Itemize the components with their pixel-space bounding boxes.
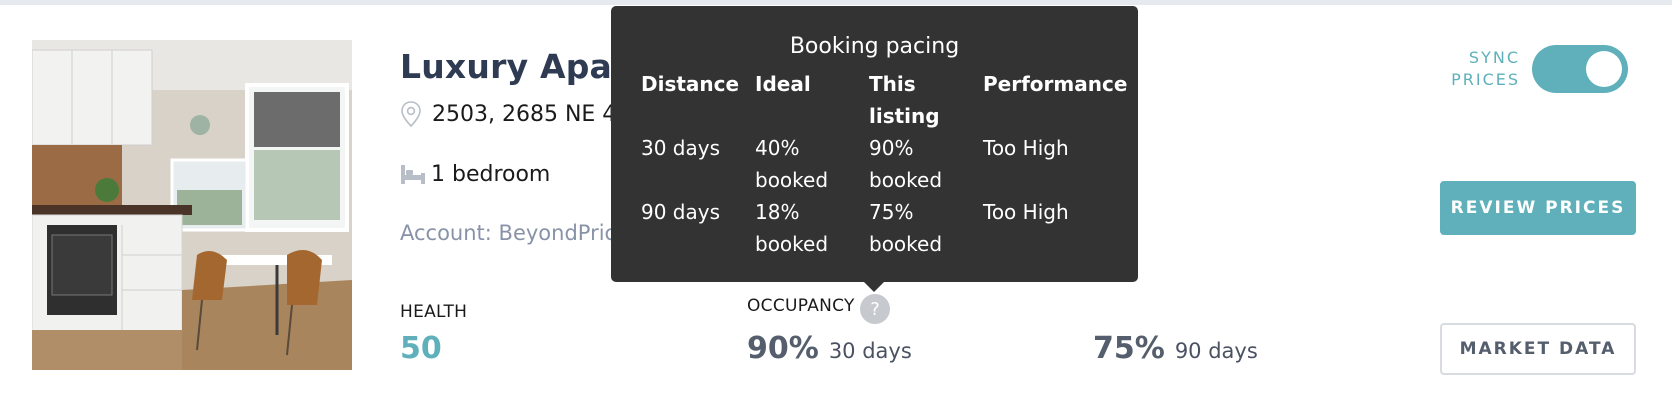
map-pin-icon	[401, 101, 421, 127]
occupancy-30-period: 30 days	[828, 339, 912, 363]
header-ideal: Ideal	[755, 72, 811, 96]
booking-pacing-tooltip: Booking pacing Distance Ideal This listi…	[611, 6, 1138, 292]
cell-performance: Too High	[983, 136, 1069, 160]
occupancy-90-period: 90 days	[1174, 339, 1258, 363]
occupancy-label: OCCUPANCY	[747, 296, 855, 316]
cell-ideal: 40% booked	[755, 136, 829, 192]
market-data-button[interactable]: MARKET DATA	[1440, 323, 1636, 375]
tooltip-title: Booking pacing	[789, 34, 960, 59]
sync-label-line2: PRICES	[1451, 70, 1520, 89]
booking-pacing-table: Distance Ideal This listing Performance …	[641, 68, 1133, 260]
cell-distance: 90 days	[641, 200, 721, 224]
listing-photo[interactable]	[32, 40, 352, 370]
tooltip-arrow	[864, 282, 884, 292]
header-this-listing: This listing	[869, 72, 940, 128]
table-header-row: Distance Ideal This listing Performance	[641, 68, 1133, 132]
table-row: 90 days 18% booked 75% booked Too High	[641, 196, 1133, 260]
cell-performance: Too High	[983, 200, 1069, 224]
help-icon[interactable]: ?	[860, 294, 890, 324]
address-text: 2503, 2685 NE 4	[432, 101, 617, 127]
listing-bedrooms: 1 bedroom	[400, 160, 550, 188]
cell-distance: 30 days	[641, 136, 721, 160]
toggle-knob	[1586, 51, 1622, 87]
cell-this-listing: 75% booked	[869, 200, 943, 256]
listing-address: 2503, 2685 NE 4	[400, 101, 616, 127]
sync-prices-toggle[interactable]	[1532, 45, 1628, 93]
health-value: 50	[400, 331, 442, 366]
occupancy-30-value: 90%	[747, 331, 819, 366]
health-label: HEALTH	[400, 302, 468, 322]
occupancy-30-days: 90% 30 days	[747, 331, 912, 366]
occupancy-90-value: 75%	[1093, 331, 1165, 366]
bedrooms-text: 1 bedroom	[431, 161, 551, 187]
cell-this-listing: 90% booked	[869, 136, 943, 192]
sync-prices-label: SYNC PRICES	[1440, 47, 1520, 91]
review-prices-button[interactable]: REVIEW PRICES	[1440, 181, 1636, 235]
header-performance: Performance	[983, 72, 1128, 96]
header-distance: Distance	[641, 72, 740, 96]
sync-label-line1: SYNC	[1468, 48, 1520, 67]
table-row: 30 days 40% booked 90% booked Too High	[641, 132, 1133, 196]
cell-ideal: 18% booked	[755, 200, 829, 256]
bed-icon	[401, 165, 425, 184]
occupancy-90-days: 75% 90 days	[1093, 331, 1258, 366]
account-name: Account: BeyondPric	[400, 221, 617, 245]
